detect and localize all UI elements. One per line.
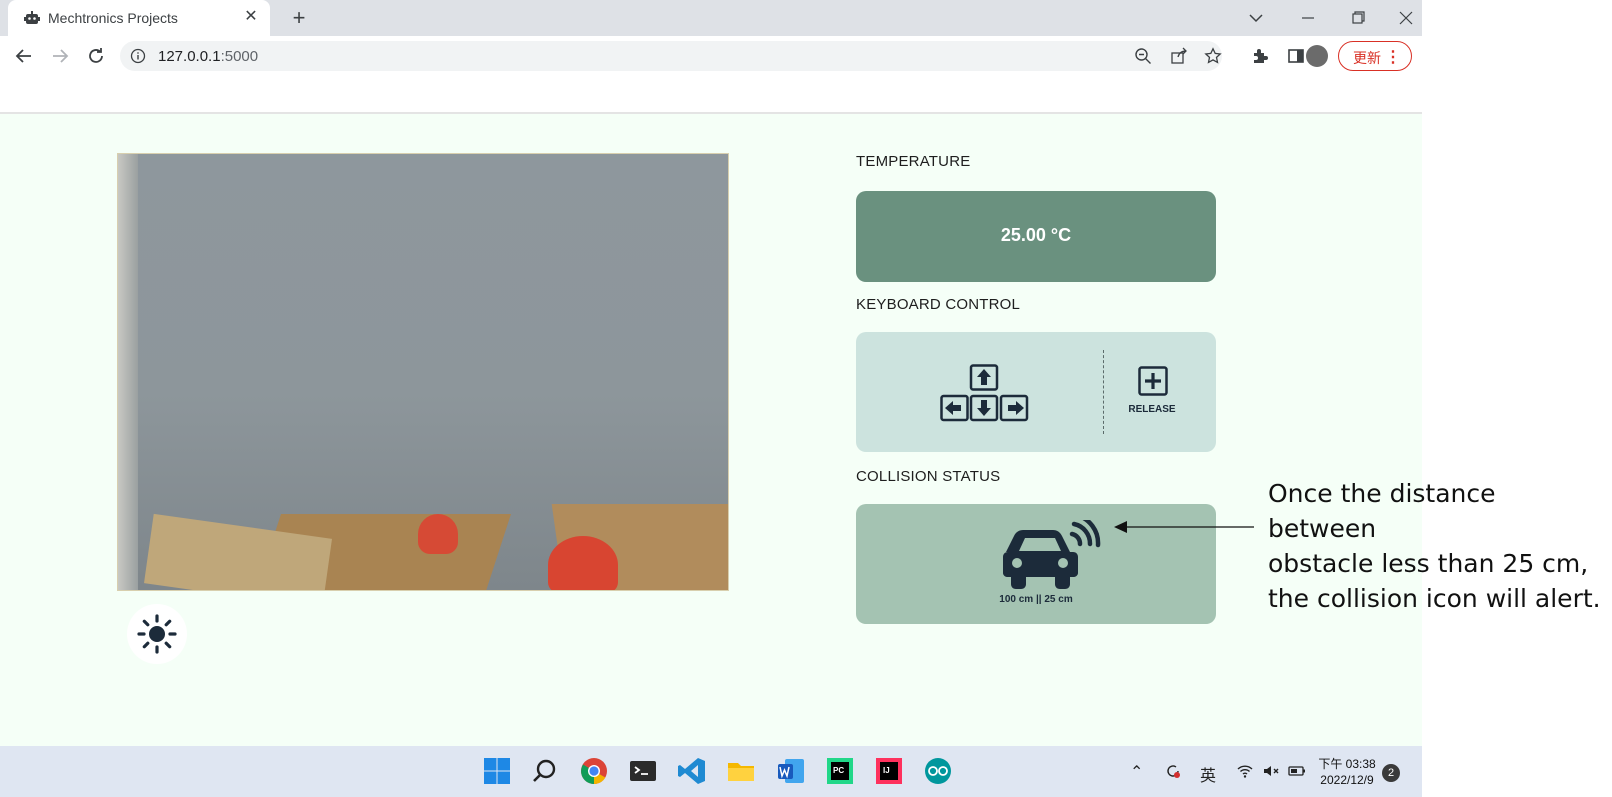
side-panel-icon[interactable] (1286, 46, 1306, 66)
vscode-icon[interactable] (677, 756, 707, 786)
reload-icon[interactable] (84, 44, 108, 68)
camera-scene-wall (118, 154, 138, 590)
svg-text:IJ: IJ (883, 766, 890, 775)
notification-badge[interactable]: 2 (1382, 764, 1400, 782)
new-tab-button[interactable]: + (288, 7, 310, 30)
temperature-card: 25.00 °C (856, 191, 1216, 282)
ime-indicator[interactable]: 英 (1200, 762, 1218, 785)
arduino-icon[interactable] (923, 756, 953, 786)
extensions-icon[interactable] (1250, 46, 1270, 66)
camera-scene-chair (418, 514, 458, 554)
release-plus-icon[interactable] (1138, 366, 1168, 396)
temperature-label: TEMPERATURE (856, 153, 971, 170)
browser-tab[interactable]: Mechtronics Projects ✕ (8, 0, 270, 36)
keyboard-control-label: KEYBOARD CONTROL (856, 296, 1021, 313)
close-window-icon[interactable] (1394, 6, 1418, 30)
url-host: 127.0.0.1 (158, 48, 221, 65)
collision-status-label: COLLISION STATUS (856, 468, 1001, 485)
annotation-arrow-icon (1114, 521, 1254, 533)
zoom-out-icon[interactable] (1134, 47, 1152, 65)
arrow-keys-icon[interactable] (940, 364, 1030, 422)
url-text: 127.0.0.1:5000 (158, 48, 258, 65)
tab-close-icon[interactable]: ✕ (242, 8, 260, 26)
pycharm-icon[interactable]: PC (825, 756, 855, 786)
back-icon[interactable] (12, 44, 36, 68)
tab-search-chevron-icon[interactable] (1244, 6, 1268, 30)
volume-muted-icon[interactable] (1262, 762, 1280, 780)
camera-scene-chair (548, 536, 618, 590)
sun-icon (137, 614, 177, 654)
update-label: 更新 (1353, 50, 1381, 66)
page-content: TEMPERATURE 25.00 °C KEYBOARD CONTROL RE… (0, 114, 1601, 746)
terminal-icon[interactable] (628, 756, 658, 786)
url-port: :5000 (220, 48, 259, 65)
temperature-value: 25.00 °C (1000, 225, 1072, 245)
bookmark-star-icon[interactable] (1204, 47, 1222, 65)
tab-title: Mechtronics Projects (48, 10, 178, 26)
annotation-text: Once the distance between obstacle less … (1268, 476, 1608, 616)
windows-start-icon[interactable] (482, 756, 512, 786)
clock-time: 下午 03:38 (1318, 757, 1376, 771)
site-info-icon[interactable] (130, 48, 146, 64)
keyboard-divider (1103, 350, 1104, 434)
address-bar[interactable]: 127.0.0.1:5000 (120, 41, 1222, 71)
battery-icon[interactable] (1288, 762, 1306, 780)
menu-dots-icon: ⋮ (1385, 49, 1401, 66)
clock-date: 2022/12/9 (1320, 773, 1374, 787)
search-icon[interactable] (530, 756, 560, 786)
browser-toolbar: 127.0.0.1:5000 更新 ⋮ (0, 36, 1422, 76)
word-icon[interactable] (776, 756, 806, 786)
keyboard-control-card: RELEASE (856, 332, 1216, 452)
light-toggle-button[interactable] (127, 604, 187, 664)
browser-tab-strip: Mechtronics Projects ✕ + (0, 0, 1422, 36)
taskbar-clock[interactable]: 下午 03:38 2022/12/9 (1312, 756, 1382, 788)
forward-icon[interactable] (48, 44, 72, 68)
restore-icon[interactable] (1346, 6, 1370, 30)
svg-text:PC: PC (833, 766, 844, 775)
profile-avatar[interactable] (1306, 45, 1328, 67)
chrome-icon[interactable] (579, 756, 609, 786)
sync-icon[interactable] (1164, 762, 1182, 780)
share-icon[interactable] (1170, 47, 1188, 65)
intellij-icon[interactable]: IJ (874, 756, 904, 786)
annotation-line: the collision icon will alert. (1268, 584, 1601, 613)
minimize-icon[interactable] (1296, 6, 1320, 30)
annotation-line: Once the distance between (1268, 479, 1496, 543)
update-button[interactable]: 更新 ⋮ (1338, 41, 1412, 71)
release-label: RELEASE (1128, 404, 1176, 415)
collision-distance-text: 100 cm || 25 cm (999, 594, 1073, 605)
windows-taskbar: PC IJ ⌃ 英 下午 03:38 2022/12/9 2 (0, 746, 1422, 797)
annotation-line: obstacle less than 25 cm, (1268, 549, 1589, 578)
robot-icon (24, 11, 40, 24)
camera-stream (117, 153, 729, 591)
wifi-icon[interactable] (1236, 762, 1254, 780)
file-explorer-icon[interactable] (726, 756, 756, 786)
car-sensor-icon (1003, 520, 1101, 589)
tray-overflow-chevron-icon[interactable]: ⌃ (1130, 762, 1148, 781)
